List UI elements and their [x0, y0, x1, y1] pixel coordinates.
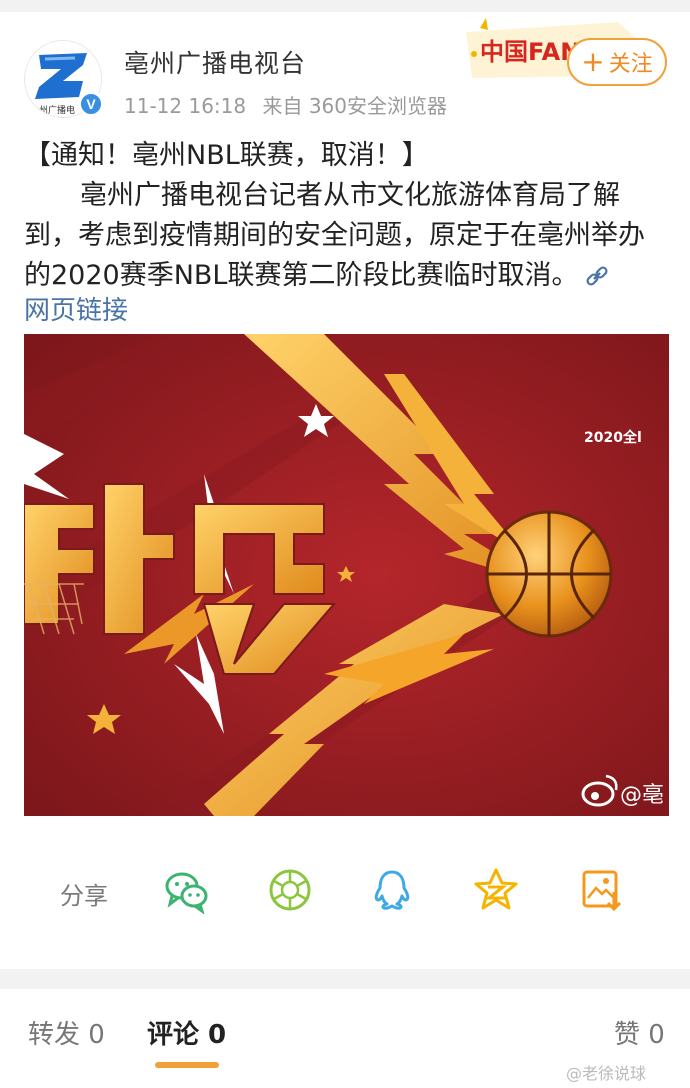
- post-meta: 11-12 16:18 来自 360安全浏览器: [124, 90, 457, 119]
- active-tab-indicator: [155, 1062, 219, 1068]
- follow-button[interactable]: + 关注: [567, 38, 667, 86]
- tab-like[interactable]: 赞 0: [614, 1014, 665, 1051]
- svg-text:州广播电: 州广播电: [39, 104, 75, 116]
- post-source: 来自 360安全浏览器: [262, 94, 447, 118]
- post-title: 【通知！亳州NBL联赛，取消！】: [24, 140, 429, 171]
- link-icon[interactable]: [584, 265, 610, 287]
- page-watermark: @老徐说球: [566, 1064, 647, 1083]
- basketball-poster-illustration: 2020全l @亳: [24, 334, 669, 816]
- author-name[interactable]: 亳州广播电视台: [124, 44, 306, 80]
- post-content: 【通知！亳州NBL联赛，取消！】 亳州广播电视台记者从市文化旅游体育局了解到，考…: [24, 136, 669, 296]
- plus-icon: +: [581, 45, 605, 78]
- share-label: 分享: [60, 882, 108, 910]
- qzone-icon[interactable]: [472, 866, 520, 914]
- image-watermark-text: @亳: [620, 783, 664, 808]
- post-body-text: 亳州广播电视台记者从市文化旅游体育局了解到，考虑到疫情期间的安全问题，原定于在亳…: [24, 180, 645, 291]
- post-image[interactable]: 2020全l @亳: [24, 334, 669, 816]
- section-divider: [0, 969, 690, 989]
- verified-v-icon: V: [79, 92, 103, 116]
- post-timestamp: 11-12 16:18: [124, 94, 247, 118]
- top-gray-bar: [0, 0, 690, 12]
- save-image-icon[interactable]: [578, 866, 626, 914]
- poster-corner-text: 2020全l: [584, 429, 642, 446]
- tab-repost[interactable]: 转发 0: [28, 1014, 105, 1051]
- qq-icon[interactable]: [368, 866, 416, 914]
- web-link[interactable]: 网页链接: [24, 290, 128, 327]
- tab-comment[interactable]: 评论 0: [147, 1014, 226, 1051]
- wechat-icon[interactable]: [162, 866, 210, 914]
- follow-label: 关注: [608, 52, 653, 77]
- moments-icon[interactable]: [266, 866, 314, 914]
- post-body: 亳州广播电视台记者从市文化旅游体育局了解到，考虑到疫情期间的安全问题，原定于在亳…: [24, 176, 669, 296]
